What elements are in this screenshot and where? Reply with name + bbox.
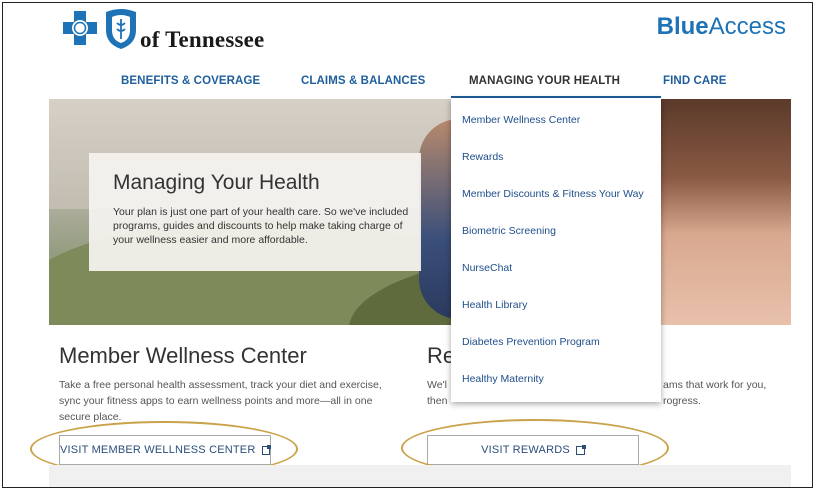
nav-find-care[interactable]: FIND CARE [663,75,727,87]
dropdown-item-healthy-maternity[interactable]: Healthy Maternity [462,373,544,385]
nav-benefits-coverage[interactable]: BENEFITS & COVERAGE [121,75,260,87]
dropdown-item-health-library[interactable]: Health Library [462,299,527,311]
logo-text: of Tennessee [140,27,265,52]
rewards-body-line: We'l [427,379,447,391]
blue-shield-logo-icon [106,9,136,49]
rewards-body-line: rogress. [663,395,701,407]
nav-claims-balances[interactable]: CLAIMS & BALANCES [301,75,425,87]
rewards-body-right: ams that work for you, rogress. [663,377,766,409]
hero-banner: Managing Your Health Your plan is just o… [49,99,791,325]
dropdown-item-member-wellness-center[interactable]: Member Wellness Center [462,114,580,126]
dropdown-item-diabetes-prevention[interactable]: Diabetes Prevention Program [462,336,600,348]
dropdown-item-biometric-screening[interactable]: Biometric Screening [462,225,556,237]
dropdown-item-nursechat[interactable]: NurseChat [462,262,512,274]
main-nav: BENEFITS & COVERAGE CLAIMS & BALANCES MA… [3,75,812,95]
rewards-body-left: We'l then [427,377,447,409]
dropdown-item-rewards[interactable]: Rewards [462,151,503,163]
footer-band [49,465,791,487]
rewards-body-line: then [427,395,448,407]
nav-managing-your-health[interactable]: MANAGING YOUR HEALTH [469,75,620,87]
wellness-section-title: Member Wellness Center [59,343,307,368]
rewards-body-line: ams that work for you, [663,379,767,391]
blueaccess-logo: BlueAccess [656,13,786,40]
blue-cross-logo-icon [63,11,97,45]
managing-health-dropdown: Member Wellness Center Rewards Member Di… [451,98,661,402]
wellness-section-body: Take a free personal health assessment, … [59,379,382,423]
hero-woman-image [659,99,791,325]
hero-body: Your plan is just one part of your healt… [113,206,409,246]
hero-title: Managing Your Health [113,171,320,194]
page-frame: of Tennessee BlueAccess BENEFITS & COVER… [2,2,813,488]
dropdown-item-member-discounts[interactable]: Member Discounts & Fitness Your Way [462,188,644,200]
hero-card: Managing Your Health Your plan is just o… [89,153,421,271]
